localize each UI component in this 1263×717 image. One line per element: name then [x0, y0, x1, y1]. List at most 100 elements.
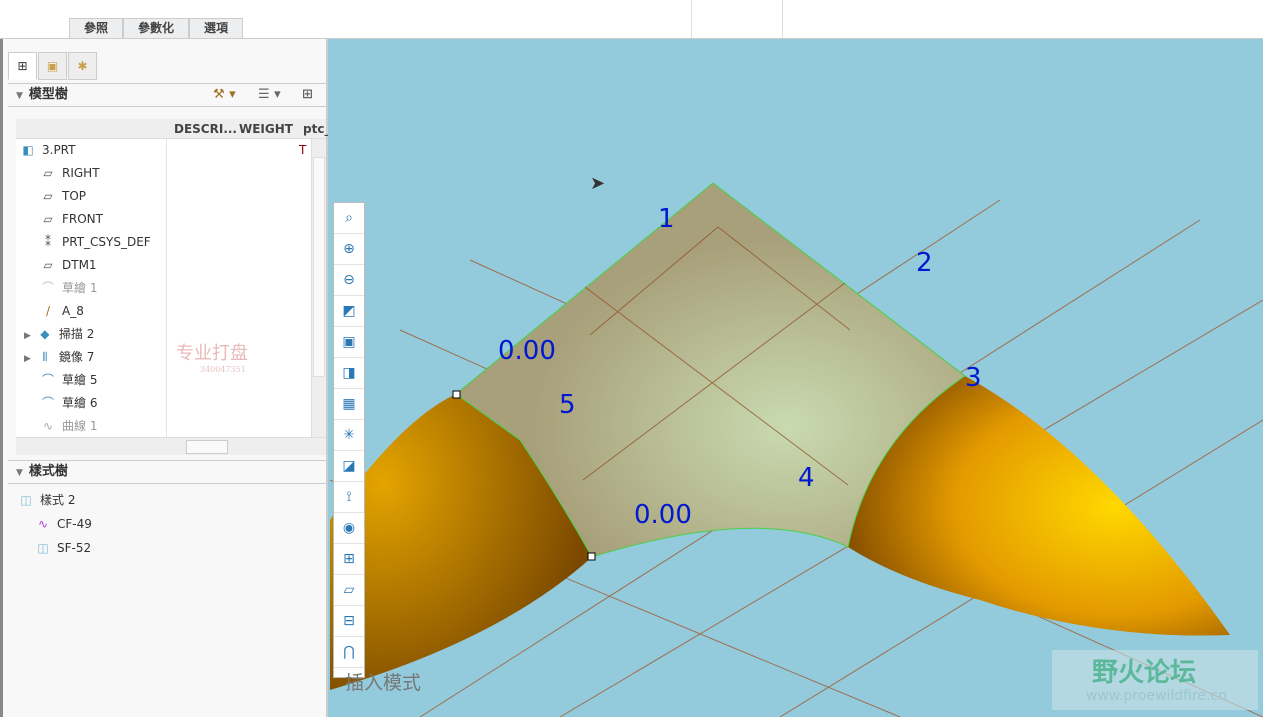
zoom-out-icon[interactable]: ⊖	[334, 265, 364, 296]
tree-item-sweep[interactable]: ▶ ◆ 掃描 2	[24, 323, 94, 345]
curve-label-4[interactable]: 4	[798, 463, 815, 493]
datum-plane-icon: ▱	[43, 212, 53, 226]
model-tree: ◧ 3.PRT T ▱ RIGHT ▱ TOP ▱ FRONT ⁑ PRT_CSYS_DE…	[16, 139, 311, 437]
tangent-value-2[interactable]: 0.00	[634, 500, 692, 530]
settings-tools-icon[interactable]: ⚒ ▾	[213, 84, 236, 106]
curve-label-5[interactable]: 5	[559, 390, 576, 420]
item-label: 樣式 2	[40, 493, 76, 507]
item-label: DTM1	[62, 258, 97, 272]
style-tree-title: 樣式樹	[28, 464, 68, 479]
tab-parameterization[interactable]: 參數化	[123, 18, 190, 38]
saved-views-icon[interactable]: ◨	[334, 358, 364, 389]
collapse-icon[interactable]: ▼	[16, 91, 23, 101]
shop-watermark: 专业打盘 340047351	[176, 343, 248, 374]
control-point[interactable]	[452, 390, 461, 399]
view-manager-icon[interactable]: ▦	[334, 389, 364, 420]
divider	[782, 0, 783, 38]
item-label: 鏡像 7	[58, 350, 95, 364]
style-tree-item-sf52[interactable]: ◫ SF-52	[35, 537, 91, 559]
split-view-icon[interactable]: ⊟	[334, 606, 364, 637]
3d-viewport[interactable]: 1 2 3 4 5 0.00 0.00 ➤	[328, 39, 1263, 717]
tree-item-sketch1[interactable]: ⌒ 草繪 1	[40, 277, 97, 299]
forum-url: www.proewildfire.cn	[1086, 688, 1228, 704]
item-label: TOP	[62, 189, 87, 203]
favorites-tab[interactable]: ✱	[68, 52, 97, 80]
item-label: 草繪 1	[62, 281, 98, 295]
tree-item-sketch5[interactable]: ⌒ 草繪 5	[40, 369, 97, 391]
tree-item-axis[interactable]: / A_8	[40, 300, 84, 322]
grid-icon[interactable]: ⊞	[334, 544, 364, 575]
column-description[interactable]: DESCRI...	[174, 122, 237, 136]
column-ptc[interactable]: ptc_	[303, 122, 330, 136]
ribbon: 參照 參數化 選項	[0, 0, 1263, 39]
expand-icon[interactable]: ▶	[24, 331, 31, 341]
csys-icon: ⁑	[45, 235, 51, 249]
tree-item-dtm1[interactable]: ▱ DTM1	[40, 254, 97, 276]
curve-icon: ∿	[37, 517, 49, 531]
tree-item-right[interactable]: ▱ RIGHT	[40, 162, 100, 184]
show-list-icon[interactable]: ☰ ▾	[258, 84, 281, 106]
forum-name: 野火论坛	[1092, 658, 1197, 688]
active-plane-icon[interactable]: ▱	[334, 575, 364, 606]
item-label: 掃描 2	[58, 327, 95, 341]
model-tree-tab[interactable]: ⊞	[8, 52, 37, 80]
folder-browser-tab[interactable]: ▣	[38, 52, 67, 80]
tree-item-part[interactable]: ◧ 3.PRT	[20, 139, 75, 161]
item-label: A_8	[62, 304, 84, 318]
tree-item-csys[interactable]: ⁑ PRT_CSYS_DEF	[40, 231, 151, 253]
sketch-icon: ⌒	[41, 373, 54, 387]
sweep-icon: ◆	[40, 327, 50, 341]
view-toolbar: ⌕ ⊕ ⊖ ◩ ▣ ◨ ▦ ✳ ◪ ⟟ ◉ ⊞ ▱ ⊟ ⋂	[333, 202, 365, 678]
tab-references[interactable]: 參照	[69, 18, 124, 38]
divider	[691, 0, 692, 38]
control-point[interactable]	[587, 552, 596, 561]
horizontal-scrollbar[interactable]	[16, 437, 326, 455]
curve-label-1[interactable]: 1	[658, 204, 675, 234]
refit-icon[interactable]: ⌕	[334, 203, 364, 234]
surface-icon: ◫	[37, 541, 49, 555]
item-label: 草繪 5	[62, 373, 98, 387]
tree-item-front[interactable]: ▱ FRONT	[40, 208, 103, 230]
tree-item-mirror[interactable]: ▶ ⫴ 鏡像 7	[24, 346, 94, 368]
ptc-value: T	[299, 143, 307, 157]
vertical-scrollbar[interactable]	[311, 139, 326, 437]
tab-options[interactable]: 選項	[189, 18, 244, 38]
tree-item-sketch6[interactable]: ⌒ 草繪 6	[40, 392, 97, 414]
curvature-icon[interactable]: ◪	[334, 451, 364, 482]
tree-filter-icon[interactable]: ⊞	[302, 84, 313, 106]
expand-icon[interactable]: ▶	[24, 354, 31, 364]
item-label: 3.PRT	[42, 143, 76, 157]
tree-item-top[interactable]: ▱ TOP	[40, 185, 86, 207]
model-graphics: 1 2 3 4 5 0.00 0.00	[329, 182, 1263, 717]
collapse-icon[interactable]: ▼	[16, 468, 23, 478]
column-header: DESCRI... WEIGHT ptc_	[16, 119, 330, 139]
mode-status-text: 插入模式	[345, 672, 422, 694]
tangent-value-1[interactable]: 0.00	[498, 336, 556, 366]
forum-watermark: 野火论坛 www.proewildfire.cn	[1052, 650, 1258, 710]
zoom-in-icon[interactable]: ⊕	[334, 234, 364, 265]
item-label: PRT_CSYS_DEF	[62, 235, 151, 249]
datum-plane-icon: ▱	[43, 189, 53, 203]
visibility-icon[interactable]: ◉	[334, 513, 364, 544]
model-tree-header[interactable]: ▼ 模型樹 ⚒ ▾ ☰ ▾ ⊞	[8, 83, 326, 107]
column-weight[interactable]: WEIGHT	[239, 122, 293, 136]
item-label: SF-52	[57, 541, 92, 555]
repaint-icon[interactable]: ◩	[334, 296, 364, 327]
mouse-cursor-icon: ➤	[590, 173, 606, 194]
curve-label-3[interactable]: 3	[965, 363, 982, 393]
datum-display-icon[interactable]: ✳	[334, 420, 364, 451]
item-label: RIGHT	[62, 166, 100, 180]
item-label: 曲線 1	[62, 419, 98, 433]
curve-label-2[interactable]: 2	[916, 248, 933, 278]
surface-icon[interactable]: ⋂	[334, 637, 364, 668]
style-tree-header[interactable]: ▼ 樣式樹	[8, 460, 326, 484]
datum-plane-icon: ▱	[43, 166, 53, 180]
style-tree-item-cf49[interactable]: ∿ CF-49	[35, 513, 92, 535]
datum-plane-icon: ▱	[43, 258, 53, 272]
display-style-icon[interactable]: ▣	[334, 327, 364, 358]
item-label: FRONT	[62, 212, 103, 226]
part-icon: ◧	[22, 143, 34, 157]
connection-icon[interactable]: ⟟	[334, 482, 364, 513]
tree-item-curve1[interactable]: ∿ 曲線 1	[40, 415, 97, 437]
style-tree-item-style2[interactable]: ◫ 樣式 2	[18, 489, 75, 511]
